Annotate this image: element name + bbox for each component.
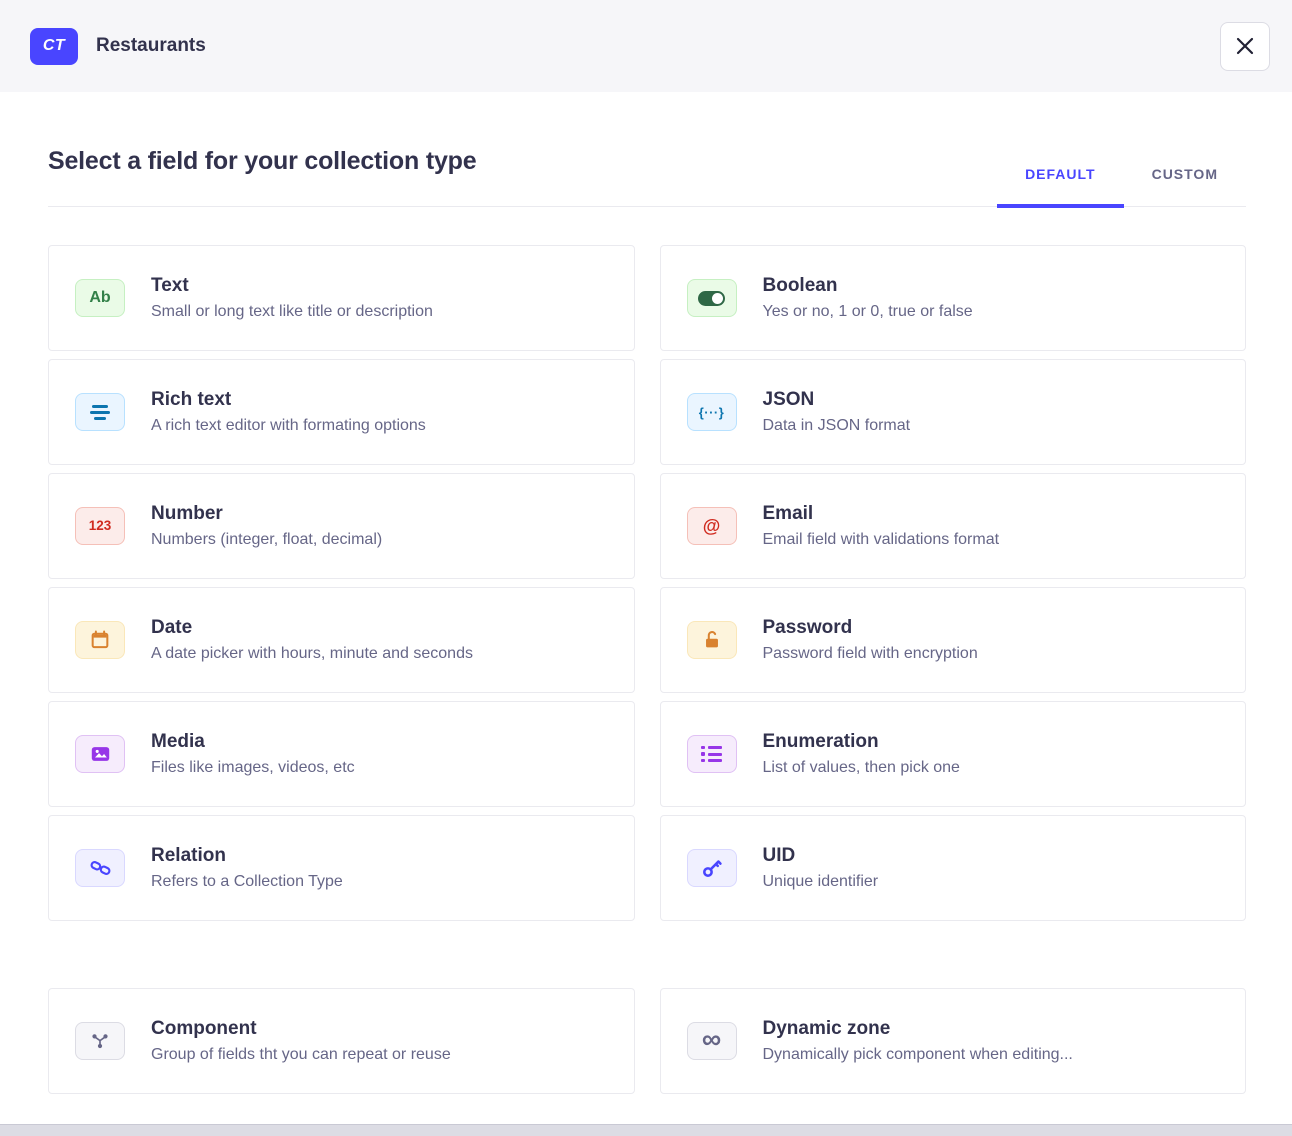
content-type-badge: CT	[30, 28, 78, 65]
field-description: Data in JSON format	[763, 417, 911, 435]
field-title: Component	[151, 1018, 451, 1040]
field-description: Dynamically pick component when editing.…	[763, 1046, 1073, 1064]
number-icon: 123	[75, 507, 125, 545]
field-card-text: Text Small or long text like title or des…	[151, 275, 433, 321]
field-description: Refers to a Collection Type	[151, 873, 343, 891]
field-description: Files like images, videos, etc	[151, 759, 355, 777]
field-title: Number	[151, 503, 382, 525]
field-card-text: Enumeration List of values, then pick one	[763, 731, 960, 777]
field-card-email[interactable]: @ Email Email field with validations forma…	[660, 473, 1247, 579]
field-description: Yes or no, 1 or 0, true or false	[763, 303, 973, 321]
close-button[interactable]	[1220, 22, 1270, 71]
close-icon	[1236, 37, 1254, 55]
field-title: Password	[763, 617, 978, 639]
title-row: Select a field for your collection type …	[48, 147, 1246, 207]
field-card-date[interactable]: Date A date picker with hours, minute and…	[48, 587, 635, 693]
field-card-text: Media Files like images, videos, etc	[151, 731, 355, 777]
field-title: Boolean	[763, 275, 973, 297]
field-card-json[interactable]: {···} JSON Data in JSON format	[660, 359, 1247, 465]
richtext-icon	[75, 393, 125, 431]
uid-icon	[687, 849, 737, 887]
relation-icon	[75, 849, 125, 887]
field-title: Email	[763, 503, 1000, 525]
field-description: List of values, then pick one	[763, 759, 960, 777]
field-title: Relation	[151, 845, 343, 867]
field-card-relation[interactable]: Relation Refers to a Collection Type	[48, 815, 635, 921]
field-card-dynamic-zone[interactable]: ∞ Dynamic zone Dynamically pick component …	[660, 988, 1247, 1094]
field-title: Dynamic zone	[763, 1018, 1073, 1040]
field-card-uid[interactable]: UID Unique identifier	[660, 815, 1247, 921]
page-title: Select a field for your collection type	[48, 147, 476, 176]
component-icon	[75, 1022, 125, 1060]
field-description: Group of fields tht you can repeat or re…	[151, 1046, 451, 1064]
tab-custom[interactable]: CUSTOM	[1124, 166, 1246, 206]
field-card-component[interactable]: Component Group of fields tht you can rep…	[48, 988, 635, 1094]
field-card-text: Date A date picker with hours, minute and…	[151, 617, 473, 663]
field-card-text: JSON Data in JSON format	[763, 389, 911, 435]
modal-footer-edge	[0, 1124, 1292, 1136]
field-card-text: Password Password field with encryption	[763, 617, 978, 663]
enumeration-icon	[687, 735, 737, 773]
email-icon: @	[687, 507, 737, 545]
field-title: Text	[151, 275, 433, 297]
field-description: Email field with validations format	[763, 531, 1000, 549]
modal-header: CT Restaurants	[0, 0, 1292, 92]
bottom-field-grid: Component Group of fields tht you can rep…	[48, 988, 1246, 1094]
field-card-text: Email Email field with validations format	[763, 503, 1000, 549]
field-grid: Ab Text Small or long text like title or d…	[48, 245, 1246, 921]
field-description: Small or long text like title or descrip…	[151, 303, 433, 321]
text-icon: Ab	[75, 279, 125, 317]
field-card-text: Rich text A rich text editor with formati…	[151, 389, 426, 435]
content-type-title: Restaurants	[96, 35, 206, 57]
tab-bar: DEFAULT CUSTOM	[997, 166, 1246, 206]
field-title: JSON	[763, 389, 911, 411]
field-card-text: Component Group of fields tht you can rep…	[151, 1018, 451, 1064]
field-title: UID	[763, 845, 879, 867]
field-description: Password field with encryption	[763, 645, 978, 663]
field-description: A rich text editor with formating option…	[151, 417, 426, 435]
field-description: Numbers (integer, float, decimal)	[151, 531, 382, 549]
field-card-text: Relation Refers to a Collection Type	[151, 845, 343, 891]
media-icon	[75, 735, 125, 773]
field-title: Rich text	[151, 389, 426, 411]
password-icon	[687, 621, 737, 659]
field-card-text: Boolean Yes or no, 1 or 0, true or false	[763, 275, 973, 321]
field-card-number[interactable]: 123 Number Numbers (integer, float, decima…	[48, 473, 635, 579]
field-title: Enumeration	[763, 731, 960, 753]
field-card-media[interactable]: Media Files like images, videos, etc	[48, 701, 635, 807]
field-card-password[interactable]: Password Password field with encryption	[660, 587, 1247, 693]
modal-body: Select a field for your collection type …	[0, 147, 1292, 1094]
field-card-enumeration[interactable]: Enumeration List of values, then pick one	[660, 701, 1247, 807]
field-title: Media	[151, 731, 355, 753]
field-card-text: UID Unique identifier	[763, 845, 879, 891]
field-card-rich-text[interactable]: Rich text A rich text editor with formati…	[48, 359, 635, 465]
field-description: Unique identifier	[763, 873, 879, 891]
date-icon	[75, 621, 125, 659]
dynamic-zone-icon: ∞	[687, 1022, 737, 1060]
field-description: A date picker with hours, minute and sec…	[151, 645, 473, 663]
field-card-text: Dynamic zone Dynamically pick component w…	[763, 1018, 1073, 1064]
field-card-boolean[interactable]: Boolean Yes or no, 1 or 0, true or false	[660, 245, 1247, 351]
boolean-icon	[687, 279, 737, 317]
json-icon: {···}	[687, 393, 737, 431]
tab-default[interactable]: DEFAULT	[997, 166, 1124, 208]
field-title: Date	[151, 617, 473, 639]
field-card-text[interactable]: Ab Text Small or long text like title or d…	[48, 245, 635, 351]
field-card-text: Number Numbers (integer, float, decimal)	[151, 503, 382, 549]
